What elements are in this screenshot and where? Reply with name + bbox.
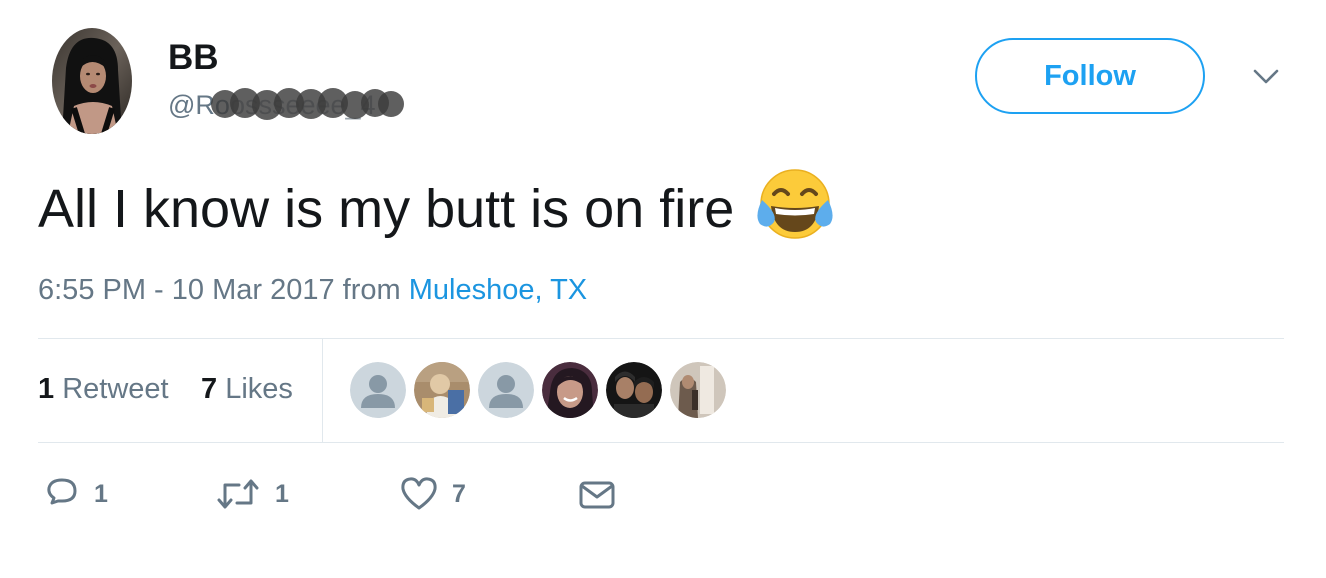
retweet-stat-label: Retweet bbox=[62, 373, 169, 405]
liker-avatar[interactable] bbox=[414, 362, 470, 418]
author-handle[interactable]: @Roossseeee_4 bbox=[168, 88, 404, 121]
default-avatar-icon bbox=[350, 362, 406, 418]
profile-photo-icon bbox=[414, 362, 470, 418]
stats-vertical-divider bbox=[322, 339, 323, 442]
tweet-meta: 6:55 PM - 10 Mar 2017 from Muleshoe, TX bbox=[38, 274, 587, 307]
from-label: from bbox=[342, 274, 401, 306]
retweet-icon bbox=[217, 479, 259, 509]
profile-photo-icon bbox=[606, 362, 662, 418]
tweet-text: All I know is my butt is on fire bbox=[38, 169, 834, 248]
liker-avatar[interactable] bbox=[478, 362, 534, 418]
author-display-name[interactable]: BB bbox=[168, 38, 219, 78]
likes-stat-label: Likes bbox=[225, 373, 293, 405]
envelope-icon bbox=[579, 481, 615, 509]
retweet-stat[interactable]: 1 Retweet bbox=[38, 373, 169, 406]
reply-button[interactable]: 1 bbox=[44, 476, 108, 512]
retweet-button[interactable]: 1 bbox=[215, 476, 289, 512]
tears-of-joy-emoji-icon bbox=[756, 166, 834, 244]
likes-stat[interactable]: 7 Likes bbox=[201, 373, 293, 406]
chevron-down-icon bbox=[1253, 69, 1279, 84]
reply-count: 1 bbox=[94, 479, 108, 508]
stats-top-divider bbox=[38, 338, 1284, 339]
like-button[interactable]: 7 bbox=[400, 476, 466, 512]
retweet-stat-count: 1 bbox=[38, 373, 55, 405]
location-link[interactable]: Muleshoe, TX bbox=[409, 274, 587, 306]
profile-photo-icon bbox=[542, 362, 598, 418]
redaction-scribble-icon bbox=[211, 88, 404, 120]
follow-button[interactable]: Follow bbox=[975, 38, 1205, 114]
retweet-count: 1 bbox=[275, 479, 289, 508]
author-avatar[interactable] bbox=[52, 28, 132, 134]
tweet-timestamp[interactable]: 6:55 PM - 10 Mar 2017 bbox=[38, 274, 335, 306]
stats-bottom-divider bbox=[38, 442, 1284, 443]
profile-photo-icon bbox=[52, 28, 132, 134]
liker-avatar[interactable] bbox=[542, 362, 598, 418]
likes-stat-count: 7 bbox=[201, 373, 218, 405]
like-count: 7 bbox=[452, 479, 466, 508]
liker-avatars bbox=[350, 362, 734, 418]
default-avatar-icon bbox=[478, 362, 534, 418]
liker-avatar[interactable] bbox=[670, 362, 726, 418]
tweet-menu-button[interactable] bbox=[1253, 68, 1279, 86]
heart-icon bbox=[401, 477, 437, 510]
liker-avatar[interactable] bbox=[606, 362, 662, 418]
liker-avatar[interactable] bbox=[350, 362, 406, 418]
reply-icon bbox=[47, 478, 77, 505]
profile-photo-icon bbox=[670, 362, 726, 418]
direct-message-button[interactable] bbox=[578, 476, 616, 512]
tweet-text-content: All I know is my butt is on fire bbox=[38, 179, 735, 239]
